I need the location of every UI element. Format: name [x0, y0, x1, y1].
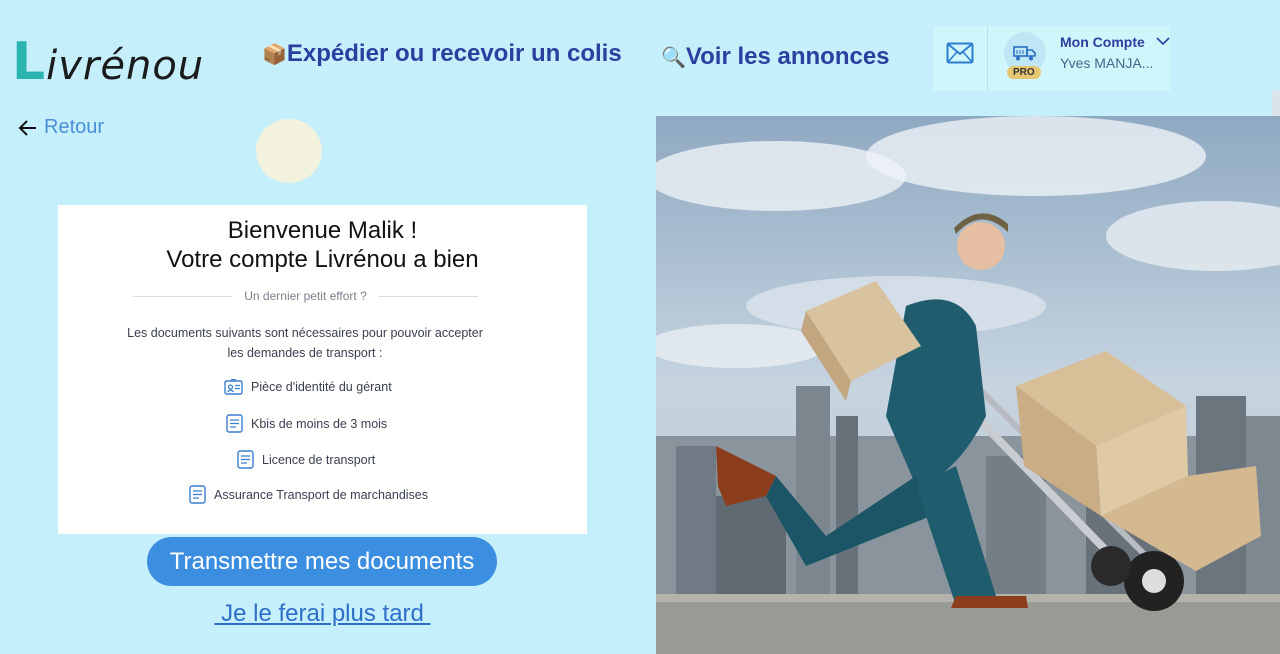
document-item-license: Licence de transport [237, 450, 375, 469]
document-label: Assurance Transport de marchandises [214, 487, 428, 502]
later-link[interactable]: Je le ferai plus tard [203, 600, 442, 628]
document-item-insurance: Assurance Transport de marchandises [189, 485, 428, 504]
nav-ads-label: Voir les annonces [685, 43, 890, 70]
truck-icon [1013, 46, 1036, 61]
card-title-line2: Votre compte Livrénou a bien [166, 246, 479, 273]
messages-button[interactable] [933, 26, 988, 91]
nav-view-ads[interactable]: 🔍Voir les annonces [661, 43, 890, 71]
magnifier-icon: 🔍 [661, 47, 686, 69]
back-label: Retour [44, 116, 105, 138]
logo[interactable]: Livrénou [12, 32, 204, 92]
document-icon [189, 485, 206, 504]
arrow-left-icon [18, 119, 36, 136]
decorative-circle [256, 119, 322, 183]
pro-badge: PRO [1007, 66, 1041, 79]
account-panel: PRO Mon Compte Yves MANJA... [933, 26, 1170, 91]
account-title: Mon Compte [1060, 34, 1145, 50]
description-line2: les demandes de transport : [227, 346, 383, 360]
divider-text: Un dernier petit effort ? [244, 289, 367, 303]
delivery-man-illustration [656, 116, 1280, 654]
back-link[interactable]: Retour [18, 116, 104, 139]
hero-image [656, 116, 1280, 654]
id-card-icon [224, 379, 243, 395]
logo-initial: L [12, 32, 47, 92]
nav-ship-parcel[interactable]: 📦Expédier ou recevoir un colis [262, 40, 622, 68]
card-description: Les documents suivants sont nécessaires … [58, 323, 552, 363]
document-item-kbis: Kbis de moins de 3 mois [226, 414, 387, 433]
nav-ship-label: Expédier ou recevoir un colis [286, 40, 622, 67]
chevron-down-icon[interactable] [1156, 36, 1170, 46]
document-icon [226, 414, 243, 433]
account-menu[interactable]: PRO Mon Compte Yves MANJA... [988, 26, 1170, 91]
mail-icon [946, 42, 974, 64]
submit-documents-button[interactable]: Transmettre mes documents [147, 537, 497, 586]
document-label: Pièce d'identité du gérant [251, 380, 392, 394]
document-item-id: Pièce d'identité du gérant [224, 379, 392, 395]
document-icon [237, 450, 254, 469]
document-label: Kbis de moins de 3 mois [251, 416, 388, 431]
divider: Un dernier petit effort ? [133, 289, 479, 303]
card-title-line1: Bienvenue Malik ! [227, 217, 418, 244]
welcome-card: Bienvenue Malik ! Votre compte Livrénou … [58, 205, 587, 534]
description-line1: Les documents suivants sont nécessaires … [127, 326, 483, 340]
package-icon: 📦 [262, 44, 287, 66]
account-user-name: Yves MANJA... [1060, 55, 1154, 71]
document-label: Licence de transport [262, 452, 376, 467]
hero-top-strip [1272, 90, 1280, 116]
logo-text: ivrénou [46, 43, 205, 89]
